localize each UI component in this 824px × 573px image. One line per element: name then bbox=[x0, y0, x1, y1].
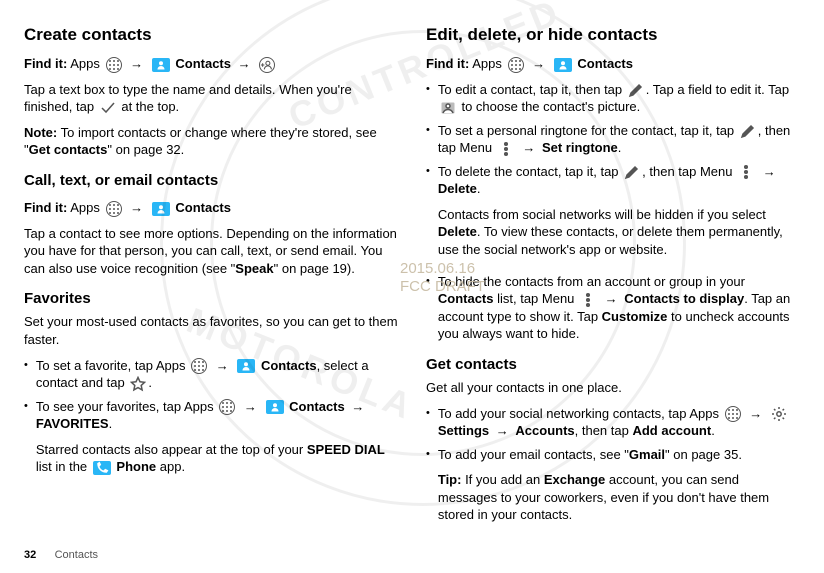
arrow-icon: → bbox=[746, 405, 765, 423]
pencil-icon bbox=[628, 82, 644, 98]
apps-icon bbox=[219, 399, 235, 415]
contacts-icon bbox=[152, 58, 170, 72]
arrow-icon: → bbox=[760, 163, 779, 181]
pencil-icon bbox=[624, 164, 640, 180]
bullet-see-favorites: • To see your favorites, tap Apps → Cont… bbox=[24, 398, 398, 484]
arrow-icon: → bbox=[602, 290, 621, 308]
contacts-icon bbox=[266, 400, 284, 414]
bullet-delete: • To delete the contact, tap it, tap , t… bbox=[426, 163, 800, 267]
heading-get-contacts: Get contacts bbox=[426, 355, 800, 375]
more-icon bbox=[738, 164, 754, 180]
phone-icon bbox=[93, 461, 111, 475]
more-icon bbox=[498, 141, 514, 157]
arrow-icon: → bbox=[348, 398, 367, 416]
heading-call-text-email: Call, text, or email contacts bbox=[24, 171, 398, 191]
favorites-para: Set your most-used contacts as favorites… bbox=[24, 313, 398, 348]
star-icon bbox=[130, 376, 146, 392]
arrow-icon: → bbox=[519, 139, 538, 157]
heading-create-contacts: Create contacts bbox=[24, 24, 398, 47]
apps-icon bbox=[106, 201, 122, 217]
arrow-icon: → bbox=[127, 199, 146, 217]
import-note: Note: To import contacts or change where… bbox=[24, 124, 398, 159]
picture-icon bbox=[440, 100, 456, 116]
speed-dial-note: Starred contacts also appear at the top … bbox=[36, 441, 398, 476]
arrow-icon: → bbox=[493, 422, 512, 440]
arrow-icon: → bbox=[213, 357, 232, 375]
call-para: Tap a contact to see more options. Depen… bbox=[24, 225, 398, 278]
apps-icon bbox=[508, 57, 524, 73]
heading-favorites: Favorites bbox=[24, 289, 398, 309]
arrow-icon: → bbox=[241, 398, 260, 416]
bullet-add-email: • To add your email contacts, see "Gmail… bbox=[426, 446, 800, 532]
apps-icon bbox=[725, 406, 741, 422]
arrow-icon: → bbox=[529, 55, 548, 73]
bullet-set-favorite: • To set a favorite, tap Apps → Contacts… bbox=[24, 357, 398, 392]
page-number: 32 bbox=[24, 549, 36, 561]
left-column: Create contacts Find it: Apps → Contacts… bbox=[24, 20, 398, 538]
delete-social-note: Contacts from social networks will be hi… bbox=[438, 206, 800, 259]
check-icon bbox=[100, 100, 116, 116]
apps-icon bbox=[191, 358, 207, 374]
arrow-icon: → bbox=[235, 55, 254, 73]
find-it-create: Find it: Apps → Contacts → bbox=[24, 55, 398, 73]
contacts-icon bbox=[554, 58, 572, 72]
create-para: Tap a text box to type the name and deta… bbox=[24, 81, 398, 116]
add-person-icon bbox=[259, 57, 275, 73]
get-contacts-para: Get all your contacts in one place. bbox=[426, 379, 800, 397]
contacts-icon bbox=[152, 202, 170, 216]
bullet-edit-contact: • To edit a contact, tap it, then tap . … bbox=[426, 81, 800, 116]
exchange-tip: Tip: If you add an Exchange account, you… bbox=[438, 471, 800, 524]
section-name: Contacts bbox=[55, 549, 98, 561]
bullet-add-social: • To add your social networking contacts… bbox=[426, 405, 800, 440]
find-it-edit: Find it: Apps → Contacts bbox=[426, 55, 800, 73]
pencil-icon bbox=[740, 123, 756, 139]
contacts-icon bbox=[237, 359, 255, 373]
heading-edit-delete-hide: Edit, delete, or hide contacts bbox=[426, 24, 800, 47]
gear-icon bbox=[771, 406, 787, 422]
find-it-call: Find it: Apps → Contacts bbox=[24, 199, 398, 217]
right-column: Edit, delete, or hide contacts Find it: … bbox=[426, 20, 800, 538]
more-icon bbox=[580, 292, 596, 308]
apps-icon bbox=[106, 57, 122, 73]
arrow-icon: → bbox=[127, 55, 146, 73]
bullet-ringtone: • To set a personal ringtone for the con… bbox=[426, 122, 800, 157]
bullet-hide: • To hide the contacts from an account o… bbox=[426, 273, 800, 343]
page-footer: 32 Contacts bbox=[24, 548, 98, 563]
